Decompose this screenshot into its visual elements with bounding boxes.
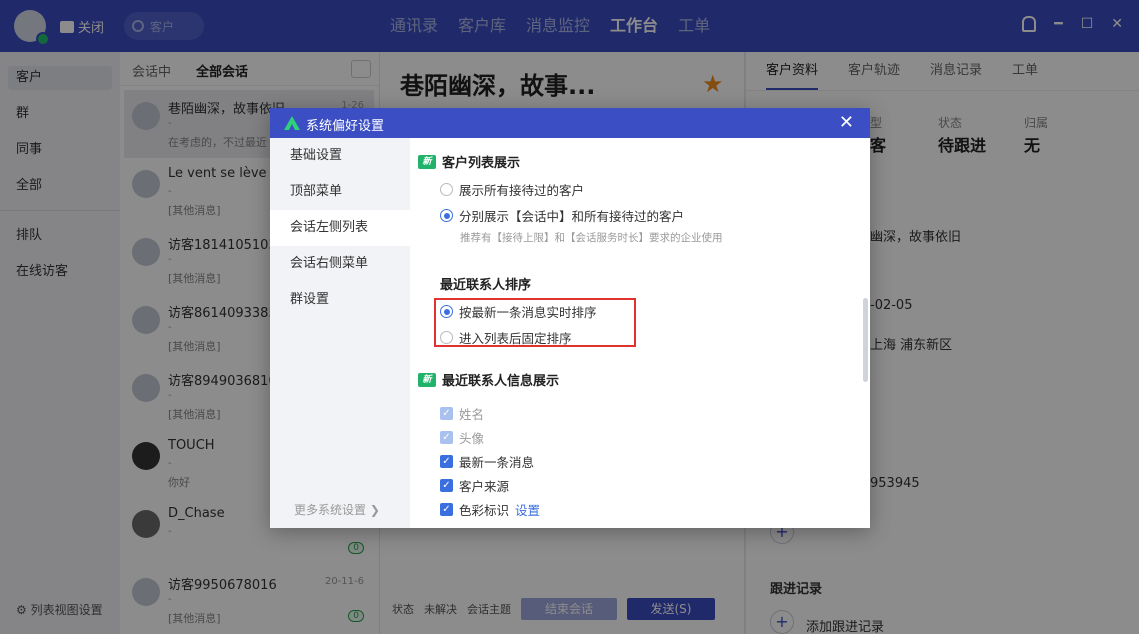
- option-label: 色彩标识: [459, 503, 510, 518]
- checkbox-checked-icon: ✓: [440, 455, 453, 468]
- option-label: 头像: [459, 431, 485, 446]
- radio-show-separately[interactable]: 分别展示【会话中】和所有接待过的客户: [440, 206, 684, 225]
- close-icon[interactable]: ✕: [839, 112, 854, 133]
- settings-nav-basic[interactable]: 基础设置: [270, 138, 410, 174]
- option-label: 分别展示【会话中】和所有接待过的客户: [459, 209, 685, 224]
- more-settings-link[interactable]: 更多系统设置 ❯: [294, 501, 380, 518]
- checkbox-checked-icon: ✓: [440, 407, 453, 420]
- checkbox-checked-icon: ✓: [440, 431, 453, 444]
- checkbox-color-tag[interactable]: ✓ 色彩标识 设置: [440, 500, 540, 519]
- new-badge: 新: [418, 372, 436, 387]
- color-tag-settings-link[interactable]: 设置: [515, 500, 540, 519]
- radio-selected-icon: [440, 209, 453, 222]
- section-title: 最近联系人信息展示: [442, 374, 560, 389]
- settings-nav-group[interactable]: 群设置: [270, 282, 410, 318]
- section-recent-info: 新 最近联系人信息展示: [418, 370, 559, 389]
- option-label: 最新一条消息: [459, 455, 535, 470]
- radio-icon: [440, 183, 453, 196]
- preferences-dialog: 系统偏好设置 ✕ 基础设置 顶部菜单 会话左侧列表 会话右侧菜单 群设置 更多系…: [270, 108, 870, 528]
- section-title: 最近联系人排序: [440, 278, 532, 293]
- dialog-header: 系统偏好设置 ✕: [270, 108, 870, 138]
- checkbox-checked-icon: ✓: [440, 479, 453, 492]
- checkbox-customer-source[interactable]: ✓ 客户来源: [440, 476, 509, 495]
- section-title: 客户列表展示: [442, 156, 521, 171]
- settings-nav: 基础设置 顶部菜单 会话左侧列表 会话右侧菜单 群设置 更多系统设置 ❯: [270, 138, 410, 528]
- option-hint: 推荐有【接待上限】和【会话服务时长】要求的企业使用: [460, 232, 723, 244]
- checkbox-name: ✓ 姓名: [440, 404, 484, 423]
- settings-nav-right-menu[interactable]: 会话右侧菜单: [270, 246, 410, 282]
- section-customer-list: 新 客户列表展示: [418, 152, 520, 171]
- scrollbar[interactable]: [863, 298, 868, 382]
- checkbox-checked-icon: ✓: [440, 503, 453, 516]
- new-badge: 新: [418, 154, 436, 169]
- app-logo-icon: [284, 116, 300, 130]
- checkbox-avatar: ✓ 头像: [440, 428, 484, 447]
- option-label: 展示所有接待过的客户: [459, 183, 585, 198]
- radio-show-all-customers[interactable]: 展示所有接待过的客户: [440, 180, 584, 199]
- section-recent-sort: 最近联系人排序: [440, 274, 531, 293]
- dialog-title: 系统偏好设置: [306, 119, 385, 134]
- option-label: 姓名: [459, 407, 485, 422]
- highlight-box: [434, 298, 636, 347]
- option-label: 客户来源: [459, 479, 510, 494]
- checkbox-latest-message[interactable]: ✓ 最新一条消息: [440, 452, 534, 471]
- settings-nav-top-menu[interactable]: 顶部菜单: [270, 174, 410, 210]
- settings-nav-left-list[interactable]: 会话左侧列表: [270, 210, 410, 246]
